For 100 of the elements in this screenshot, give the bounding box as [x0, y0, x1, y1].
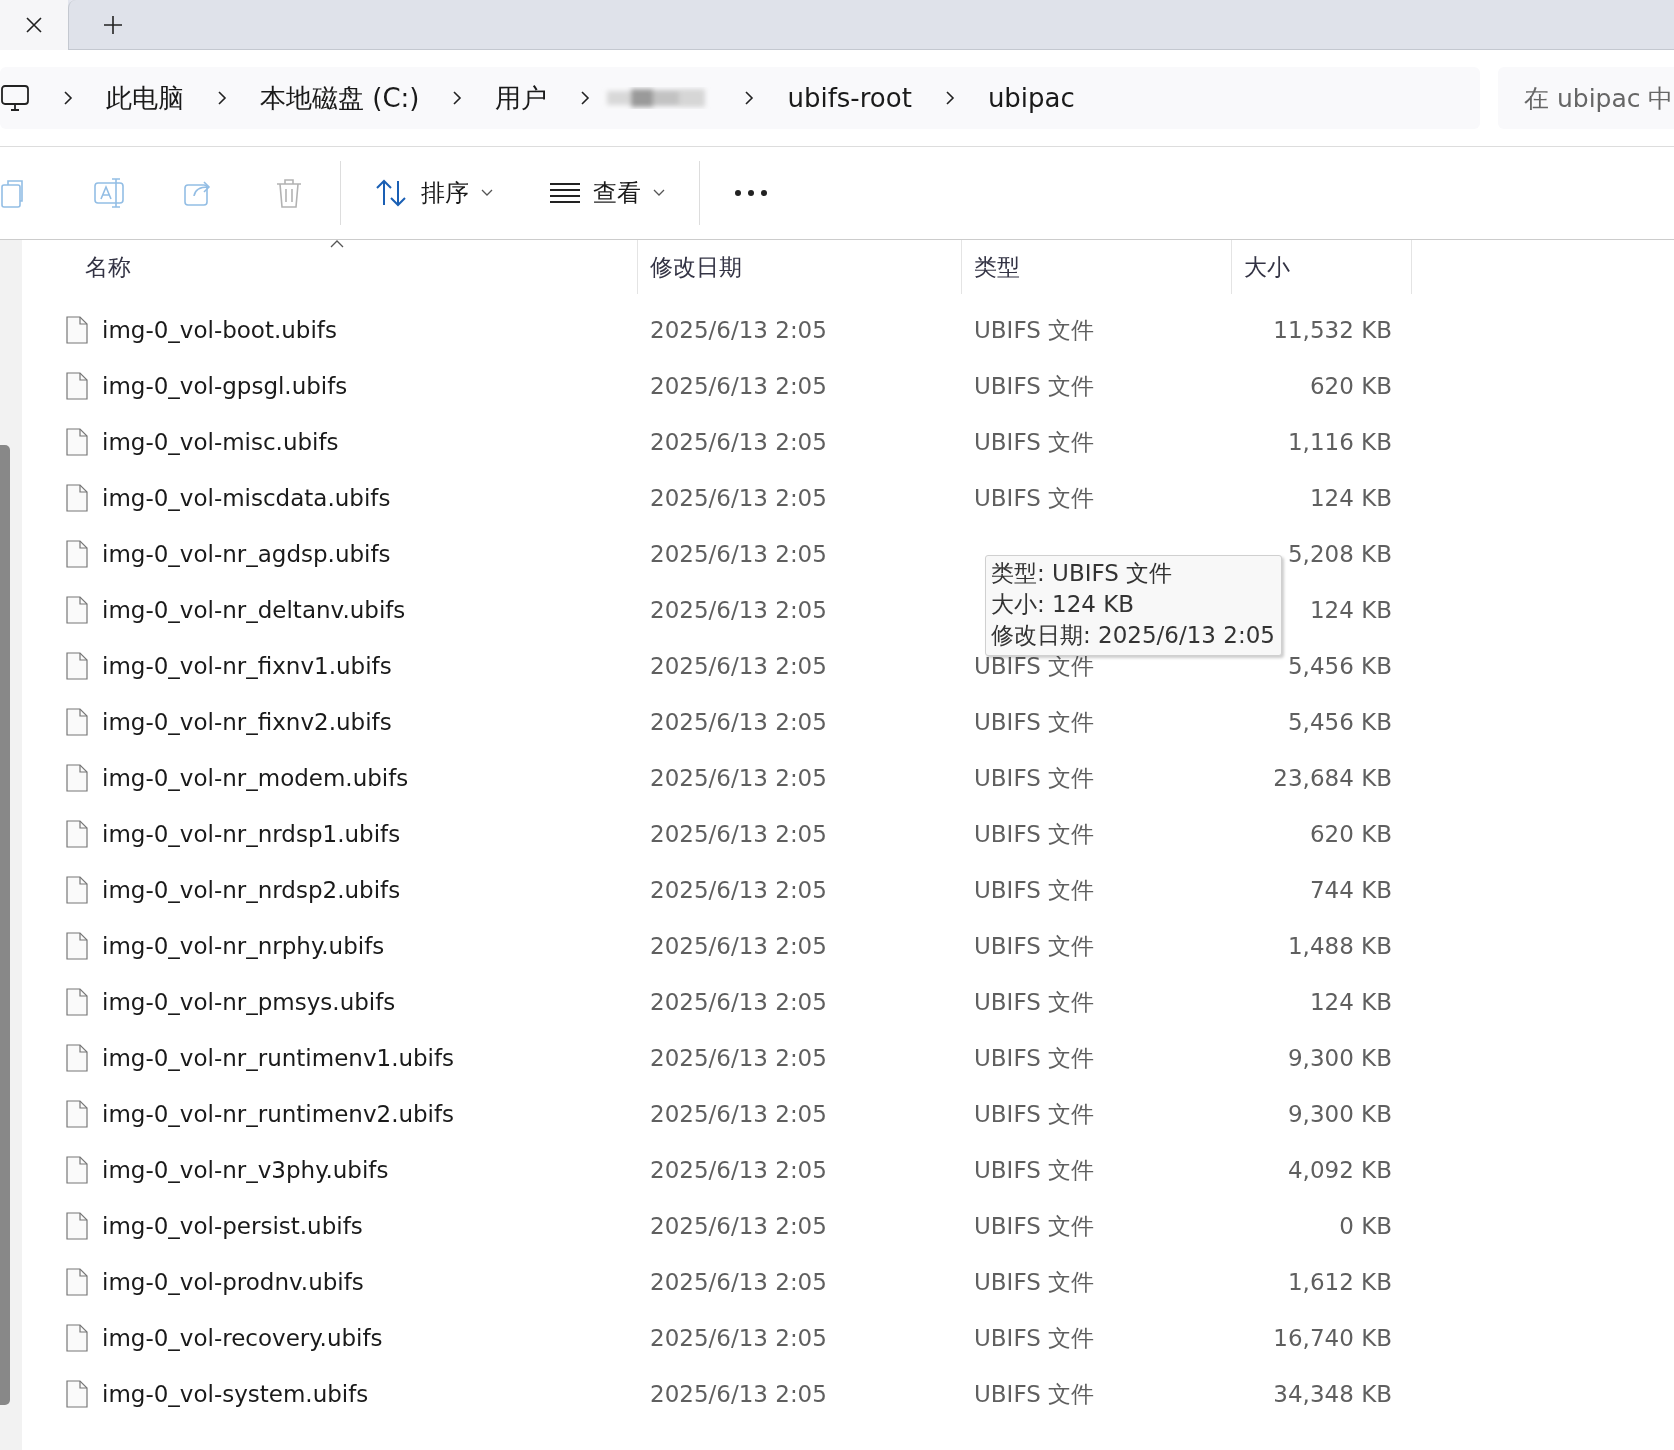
list-icon — [549, 181, 581, 205]
date-cell-text: 2025/6/13 2:05 — [649, 485, 828, 511]
more-icon — [734, 189, 768, 197]
date-cell-text: 2025/6/13 2:05 — [649, 317, 828, 343]
size-cell-text: 4,092 KB — [1286, 1157, 1392, 1183]
file-icon — [66, 1212, 88, 1240]
file-name: img-0_vol-nr_deltanv.ubifs — [102, 597, 406, 623]
size-cell-text: 744 KB — [1308, 877, 1392, 903]
tooltip-line: 大小: 124 KB — [991, 590, 1136, 619]
type-cell-text: UBIFS 文件 — [973, 1099, 1096, 1129]
file-name: img-0_vol-gpsgl.ubifs — [102, 373, 348, 399]
file-name: img-0_vol-nr_pmsys.ubifs — [102, 989, 396, 1015]
file-name: img-0_vol-miscdata.ubifs — [102, 485, 391, 511]
file-icon — [66, 1324, 88, 1352]
date-cell-text: 2025/6/13 2:05 — [649, 541, 828, 567]
file-icon — [66, 708, 88, 736]
type-cell-text: UBIFS 文件 — [973, 819, 1096, 849]
column-header[interactable]: 名称 — [22, 240, 638, 294]
column-header[interactable]: 修改日期 — [638, 240, 962, 294]
chevron-right-icon — [943, 90, 956, 106]
size-cell-text: 5,456 KB — [1286, 709, 1392, 735]
date-cell-text: 2025/6/13 2:05 — [649, 989, 828, 1015]
type-cell-text: UBIFS 文件 — [973, 1155, 1096, 1185]
type-cell-text: UBIFS 文件 — [973, 875, 1096, 905]
date-cell-text: 2025/6/13 2:05 — [649, 653, 828, 679]
file-icon — [66, 1156, 88, 1184]
file-icon — [66, 1268, 88, 1296]
type-cell-text: UBIFS 文件 — [973, 1379, 1096, 1409]
column-header[interactable]: 类型 — [962, 240, 1232, 294]
sort-up-icon — [329, 240, 344, 248]
breadcrumb-item[interactable]: 用户 — [495, 80, 548, 116]
file-icon — [66, 372, 88, 400]
size-cell-text: 5,456 KB — [1286, 653, 1392, 679]
address-bar[interactable]: 此电脑 本地磁盘 (C:) 用户 ubifs-root ubipac — [0, 67, 1480, 129]
file-name: img-0_vol-nr_v3phy.ubifs — [102, 1157, 389, 1183]
chevron-down-icon — [653, 189, 665, 197]
sort-button[interactable]: 排序 — [347, 163, 521, 223]
size-cell-text: 1,612 KB — [1286, 1269, 1392, 1295]
monitor-icon[interactable] — [0, 84, 30, 112]
file-icon — [66, 1380, 88, 1408]
file-name: img-0_vol-nr_agdsp.ubifs — [102, 541, 391, 567]
file-icon — [66, 316, 88, 344]
type-cell-text: UBIFS 文件 — [973, 427, 1096, 457]
breadcrumb-item[interactable]: 此电脑 — [106, 80, 184, 116]
chevron-right-icon — [216, 90, 228, 106]
tooltip-line: 修改日期: 2025/6/13 2:05 — [991, 621, 1275, 650]
size-cell-text: 23,684 KB — [1272, 765, 1392, 791]
file-name: img-0_vol-nr_nrphy.ubifs — [102, 933, 385, 959]
date-cell-text: 2025/6/13 2:05 — [649, 1045, 828, 1071]
file-name: img-0_vol-nr_runtimenv1.ubifs — [102, 1045, 455, 1071]
file-name: img-0_vol-nr_nrdsp2.ubifs — [102, 877, 401, 903]
size-cell-text: 124 KB — [1308, 485, 1392, 511]
breadcrumb-item[interactable]: ubifs-root — [787, 83, 912, 113]
date-cell-text: 2025/6/13 2:05 — [649, 1325, 828, 1351]
file-name: img-0_vol-boot.ubifs — [102, 317, 337, 343]
scrollbar-thumb[interactable] — [0, 445, 10, 1405]
size-cell-text: 1,116 KB — [1286, 429, 1392, 455]
chevron-right-icon — [451, 90, 464, 106]
close-icon[interactable] — [25, 16, 43, 34]
size-cell-text: 620 KB — [1308, 373, 1392, 399]
type-cell-text: UBIFS 文件 — [973, 987, 1096, 1017]
file-icon — [66, 820, 88, 848]
breadcrumb-item[interactable]: 本地磁盘 (C:) — [260, 80, 420, 116]
breadcrumb-item[interactable]: ubipac — [987, 83, 1075, 113]
type-cell-text: UBIFS 文件 — [973, 1211, 1096, 1241]
file-name: img-0_vol-nr_fixnv1.ubifs — [102, 653, 392, 679]
size-cell-text: 34,348 KB — [1272, 1381, 1392, 1407]
chevron-right-icon — [62, 90, 74, 106]
file-name: img-0_vol-prodnv.ubifs — [102, 1269, 364, 1295]
chevron-down-icon — [481, 189, 493, 197]
file-icon — [66, 484, 88, 512]
date-cell-text: 2025/6/13 2:05 — [649, 597, 828, 623]
date-cell-text: 2025/6/13 2:05 — [649, 765, 828, 791]
file-icon — [66, 596, 88, 624]
file-icon — [66, 652, 88, 680]
file-name: img-0_vol-nr_fixnv2.ubifs — [102, 709, 392, 735]
file-icon — [66, 876, 88, 904]
date-cell-text: 2025/6/13 2:05 — [649, 429, 828, 455]
file-icon — [66, 764, 88, 792]
size-cell-text: 620 KB — [1308, 821, 1392, 847]
date-cell-text: 2025/6/13 2:05 — [649, 933, 828, 959]
type-cell-text: UBIFS 文件 — [973, 931, 1096, 961]
search-field[interactable]: 在 ubipac 中 — [1498, 67, 1674, 129]
size-cell-text: 16,740 KB — [1272, 1325, 1392, 1351]
type-cell-text: UBIFS 文件 — [973, 651, 1096, 681]
add-icon[interactable] — [103, 15, 123, 35]
column-header[interactable]: 大小 — [1232, 240, 1412, 294]
file-name: img-0_vol-nr_modem.ubifs — [102, 765, 409, 791]
size-cell-text: 124 KB — [1308, 989, 1392, 1015]
size-cell-text: 1,488 KB — [1286, 933, 1392, 959]
sort-icon — [375, 178, 409, 208]
size-cell-text: 124 KB — [1308, 597, 1392, 623]
chevron-right-icon — [743, 90, 756, 106]
file-icon — [66, 1100, 88, 1128]
file-name: img-0_vol-nr_runtimenv2.ubifs — [102, 1101, 455, 1127]
file-name: img-0_vol-misc.ubifs — [102, 429, 339, 455]
file-name: img-0_vol-nr_nrdsp1.ubifs — [102, 821, 401, 847]
file-name: img-0_vol-system.ubifs — [102, 1381, 369, 1407]
date-cell-text: 2025/6/13 2:05 — [649, 1157, 828, 1183]
view-button[interactable]: 查看 — [521, 163, 693, 223]
